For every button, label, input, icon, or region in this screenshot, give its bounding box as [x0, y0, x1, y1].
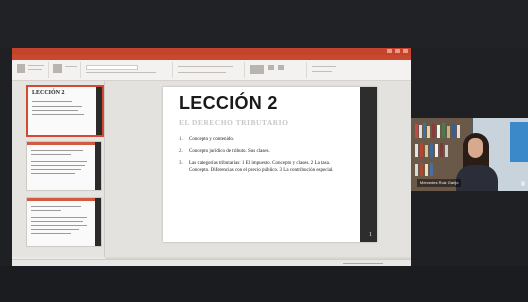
item-text: Las categorías tributarias: 1 El impuest…: [189, 161, 334, 173]
item-text: Concepto y contenido.: [189, 137, 235, 142]
slide-title: LECCIÓN 2: [179, 93, 278, 113]
minimize-icon[interactable]: [387, 49, 392, 53]
slide-item-2: 2. Concepto jurídico de tributo. Sus cla…: [179, 148, 349, 155]
slide-thumbnail-3[interactable]: [26, 197, 102, 247]
status-bar: [12, 259, 411, 266]
paste-icon[interactable]: [17, 64, 25, 73]
slide-item-3: 3. Las categorías tributarias: 1 El impu…: [179, 160, 349, 174]
ribbon-group-slides[interactable]: [50, 62, 81, 78]
ribbon-group-clipboard[interactable]: [14, 62, 49, 78]
slide-editing-canvas: LECCIÓN 2 EL DERECHO TRIBUTARIO 1. Conce…: [105, 81, 411, 257]
participant-body: [456, 165, 498, 191]
microphone-icon: [521, 181, 525, 186]
slide-item-1: 1. Concepto y contenido.: [179, 136, 349, 143]
arrange-icon[interactable]: [268, 65, 274, 70]
close-icon[interactable]: [403, 49, 408, 53]
shapes-icon[interactable]: [250, 65, 264, 74]
slide-subtitle: EL DERECHO TRIBUTARIO: [179, 118, 289, 127]
current-slide[interactable]: LECCIÓN 2 EL DERECHO TRIBUTARIO 1. Conce…: [163, 87, 377, 242]
item-number: 3.: [179, 161, 183, 166]
slide-side-bar: [360, 87, 377, 242]
ribbon-group-editing[interactable]: [308, 62, 348, 78]
item-number: 2.: [179, 149, 183, 154]
zoom-slider[interactable]: [343, 263, 383, 264]
participant-face: [468, 138, 483, 158]
participant-video[interactable]: Mercedes Ruiz Garijo: [411, 118, 528, 191]
background-screen: [510, 122, 528, 162]
ribbon-group-drawing[interactable]: [246, 62, 307, 78]
slide-thumbnails-panel: LECCIÓN 2: [12, 81, 105, 257]
thumbnail-title: LECCIÓN 2: [32, 90, 65, 96]
ribbon-group-paragraph[interactable]: [174, 62, 245, 78]
quick-styles-icon[interactable]: [278, 65, 284, 70]
window-controls: [387, 49, 408, 53]
ribbon-group-font[interactable]: [82, 62, 173, 78]
item-number: 1.: [179, 137, 183, 142]
participant-name-label: Mercedes Ruiz Garijo: [417, 179, 462, 187]
slide-page-number: 1: [369, 232, 372, 238]
ppt-title-bar: [12, 48, 411, 55]
shared-screen-powerpoint: LECCIÓN 2 LECCIÓN 2 EL DERECHO TRIBUTARI…: [12, 48, 411, 266]
maximize-icon[interactable]: [395, 49, 400, 53]
meeting-window: LECCIÓN 2 LECCIÓN 2 EL DERECHO TRIBUTARI…: [0, 0, 528, 302]
slide-thumbnail-1[interactable]: LECCIÓN 2: [26, 85, 104, 137]
new-slide-icon[interactable]: [53, 64, 62, 73]
meeting-bottom-area: [0, 266, 528, 302]
slide-thumbnail-2[interactable]: [26, 141, 102, 191]
item-text: Concepto jurídico de tributo. Sus clases…: [189, 149, 270, 154]
meeting-top-area: [0, 0, 528, 48]
ribbon-toolbar: [12, 60, 411, 81]
